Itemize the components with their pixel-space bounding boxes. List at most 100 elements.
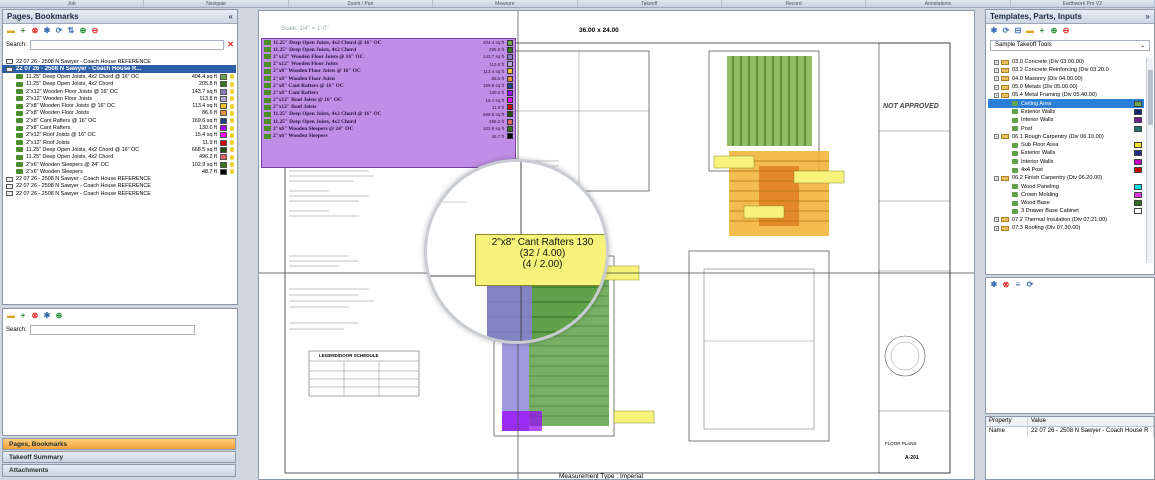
visibility-bulb-icon[interactable]	[230, 89, 234, 95]
takeoff-item-row[interactable]: 2"x8" Wooden Floor Joists @ 16" OC 113.4 …	[2, 102, 236, 110]
template-item-row[interactable]: 3 Drawer Base Cabinet	[988, 207, 1144, 215]
color-swatch[interactable]	[220, 95, 227, 102]
color-swatch[interactable]	[1134, 125, 1142, 132]
template-item-row[interactable]: Interior Walls	[988, 158, 1144, 166]
drawing-canvas[interactable]: Scale: 1/4" = 1'-0" 36.00 x 24.00 NOT AP…	[258, 10, 975, 480]
takeoff-item-row[interactable]: 2"x12" Wooden Floor Joists @ 16" OC 143.7…	[2, 88, 236, 95]
visibility-bulb-icon[interactable]	[230, 125, 234, 131]
takeoff-item-row[interactable]: 2"x12" Roof Joists 11.9 ft	[2, 139, 236, 146]
takeoff-item-row[interactable]: 2"x6" Wooden Sleepers 48.7 ft	[2, 168, 236, 175]
remove-red-icon[interactable]: ⊖	[1061, 26, 1071, 36]
ribbon-tab[interactable]: Record	[722, 0, 867, 7]
template-folder-row[interactable]: +06.2 Finish Carpentry (Div 06.20.00)	[988, 174, 1144, 182]
takeoff-item-row[interactable]: 11.25" Deep Open Joists, 4x2 Chord 496.2 …	[2, 154, 236, 161]
delete-icon[interactable]: ⊗	[1001, 280, 1011, 290]
color-swatch[interactable]	[1134, 191, 1142, 198]
collapse-all-icon[interactable]: ⊟	[1013, 26, 1023, 36]
expand-icon[interactable]: +	[994, 67, 999, 73]
page-row[interactable]: 22 07 26 - 2508 N Sawyer - Coach House R…	[2, 175, 236, 182]
color-swatch[interactable]	[220, 88, 227, 95]
color-swatch[interactable]	[220, 161, 227, 168]
page-row[interactable]: 22 07 26 - 2508 N Sawyer - Coach House R…	[2, 58, 236, 65]
ribbon-tab[interactable]: Takeoff	[578, 0, 722, 7]
template-item-row[interactable]: Exterior Walls	[988, 108, 1144, 116]
refresh-icon[interactable]: ⟳	[1025, 280, 1035, 290]
template-item-row[interactable]: Crown Molding	[988, 191, 1144, 199]
color-swatch[interactable]	[1134, 208, 1142, 215]
color-swatch[interactable]	[220, 146, 227, 153]
color-swatch[interactable]	[1134, 150, 1142, 157]
page-row[interactable]: 22 07 26 - 2508 N Sawyer - Coach House R…	[2, 190, 236, 197]
sort-icon[interactable]: ⇅	[66, 26, 76, 36]
color-swatch[interactable]	[220, 132, 227, 139]
takeoff-item-row[interactable]: 2"x12" Roof Joists @ 16" OC 15.4 sq ft	[2, 132, 236, 139]
color-swatch[interactable]	[1134, 158, 1142, 165]
right-scrollbar[interactable]	[1146, 58, 1153, 263]
visibility-bulb-icon[interactable]	[230, 147, 234, 153]
template-folder-row[interactable]: +07.2 Thermal Insulation (Div 07.21.00)	[988, 216, 1144, 224]
visibility-bulb-icon[interactable]	[230, 74, 234, 80]
color-swatch[interactable]	[220, 103, 227, 110]
color-swatch[interactable]	[1134, 100, 1142, 107]
remove-red-icon[interactable]: ⊖	[90, 26, 100, 36]
color-swatch[interactable]	[1134, 167, 1142, 173]
folder-icon[interactable]: ▬	[6, 26, 16, 36]
expand-icon[interactable]: +	[994, 92, 999, 98]
delete-icon[interactable]: ⊗	[30, 26, 40, 36]
color-swatch[interactable]	[220, 139, 227, 146]
visibility-bulb-icon[interactable]	[230, 103, 234, 109]
add-green-icon[interactable]: ⊕	[1049, 26, 1059, 36]
visibility-bulb-icon[interactable]	[230, 162, 234, 167]
color-swatch[interactable]	[1134, 200, 1142, 207]
color-swatch[interactable]	[220, 117, 227, 124]
page-row[interactable]: 22 07 26 - 2508 N Sawyer - Coach House R…	[2, 183, 236, 190]
template-folder-row[interactable]: +05.4 Metal Framing (Div 05.40.00)	[988, 91, 1144, 99]
takeoff-item-row[interactable]: 11.25" Deep Open Joists, 4x2 Chord @ 16"…	[2, 146, 236, 153]
template-folder-row[interactable]: +06.1 Rough Carpentry (Div 06.10.00)	[988, 133, 1144, 141]
ribbon-tab[interactable]: Navigate	[144, 0, 289, 7]
clear-search-icon[interactable]: ✕	[227, 40, 234, 49]
accordion-pages-bookmarks[interactable]: Pages, Bookmarks	[2, 438, 236, 450]
template-item-row[interactable]: Post	[988, 124, 1144, 132]
template-item-row[interactable]: Ceiling Area	[988, 99, 1144, 108]
scrollbar-thumb[interactable]	[1148, 70, 1153, 125]
color-swatch[interactable]	[220, 168, 227, 175]
expand-icon[interactable]: +	[994, 217, 999, 223]
folder-icon[interactable]: ▬	[1025, 26, 1035, 36]
visibility-bulb-icon[interactable]	[230, 96, 234, 102]
collapse-left-icon[interactable]: «	[229, 12, 233, 21]
takeoff-item-row[interactable]: 2"x6" Wooden Sleepers @ 24" OC 102.9 sq f…	[2, 161, 236, 168]
visibility-bulb-icon[interactable]	[230, 118, 234, 124]
visibility-bulb-icon[interactable]	[230, 110, 234, 116]
lower-search-input[interactable]	[29, 324, 195, 335]
expand-icon[interactable]: +	[994, 59, 999, 65]
takeoff-item-row[interactable]: 2"x8" Cant Rafters @ 16" OC 169.6 sq ft	[2, 117, 236, 124]
expand-icon[interactable]: +	[994, 76, 999, 82]
color-swatch[interactable]	[220, 81, 227, 88]
ribbon-tab[interactable]: Zoom / Pan	[289, 0, 434, 7]
visibility-bulb-icon[interactable]	[230, 140, 234, 146]
add-icon[interactable]: +	[1037, 26, 1047, 36]
gear-icon[interactable]: ✱	[989, 26, 999, 36]
color-swatch[interactable]	[220, 110, 227, 117]
visibility-bulb-icon[interactable]	[230, 132, 234, 138]
gear-icon[interactable]: ✱	[42, 311, 52, 321]
refresh-icon[interactable]: ⟳	[54, 26, 64, 36]
takeoff-item-row[interactable]: 2"x12" Wooden Floor Joists 113.8 ft	[2, 95, 236, 102]
ribbon-tab[interactable]: Earthwork Pro V2	[1011, 0, 1155, 7]
expand-icon[interactable]: +	[994, 84, 999, 90]
ribbon-tab[interactable]: Measure	[433, 0, 578, 7]
expand-icon[interactable]: +	[994, 134, 999, 140]
color-swatch[interactable]	[1134, 117, 1142, 124]
folder-icon[interactable]: ▬	[6, 311, 16, 321]
visibility-bulb-icon[interactable]	[230, 169, 234, 175]
ribbon-tab[interactable]: Annotations	[866, 0, 1011, 7]
template-folder-row[interactable]: +05.0 Metals (Div 05.00.00)	[988, 83, 1144, 91]
accordion-attachments[interactable]: Attachments	[2, 464, 236, 477]
refresh-icon[interactable]: ⟳	[1001, 26, 1011, 36]
expand-icon[interactable]: +	[994, 175, 999, 181]
takeoff-item-row[interactable]: 11.25" Deep Open Joists, 4x2 Chord @ 16"…	[2, 73, 236, 80]
color-swatch[interactable]	[220, 154, 227, 161]
color-swatch[interactable]	[1134, 183, 1142, 190]
template-item-row[interactable]: Wood Paneling	[988, 182, 1144, 190]
